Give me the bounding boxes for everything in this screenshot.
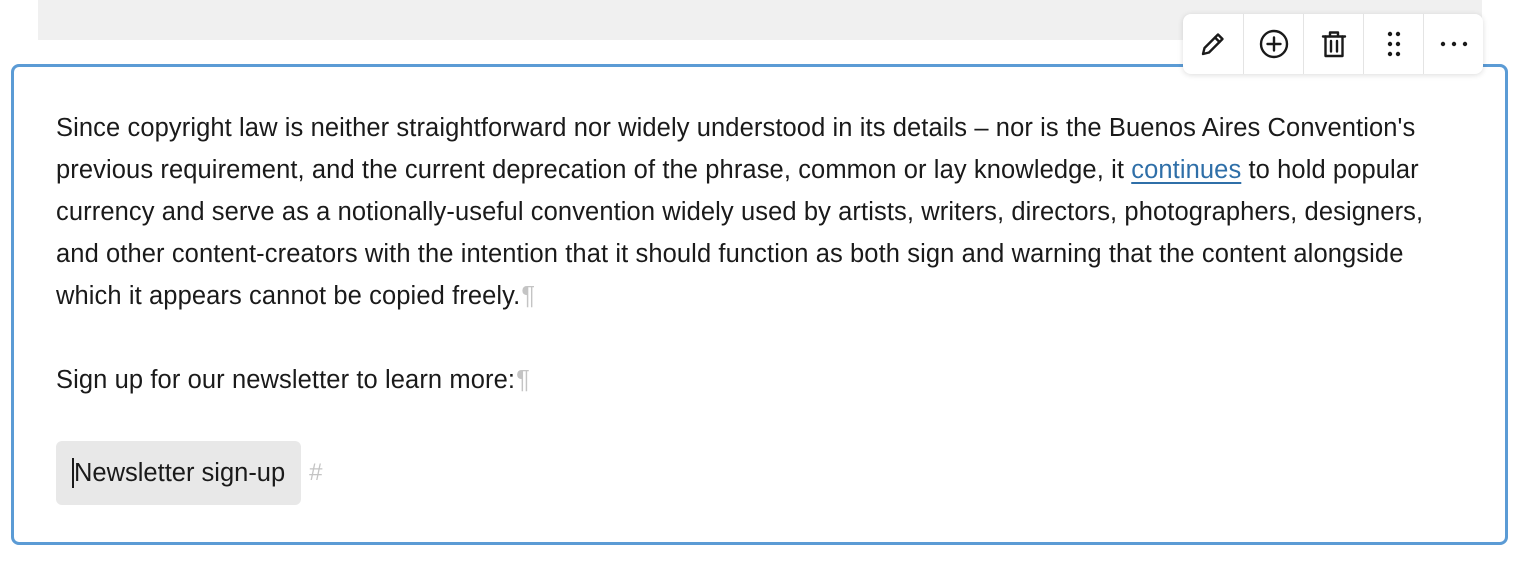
delete-button[interactable] — [1303, 14, 1363, 74]
more-options-button[interactable] — [1423, 14, 1483, 74]
selected-rich-text-block[interactable]: Since copyright law is neither straightf… — [11, 64, 1508, 545]
pencil-icon — [1201, 33, 1224, 56]
anchor-marker: # — [309, 459, 323, 486]
newsletter-anchor-row: Newsletter sign-up # — [56, 441, 323, 505]
edit-button[interactable] — [1183, 14, 1243, 74]
ellipsis-icon — [1440, 41, 1467, 47]
plus-circle-icon — [1259, 29, 1288, 59]
drag-handle-icon — [1387, 31, 1400, 57]
pilcrow-mark: ¶ — [521, 282, 536, 310]
pilcrow-mark: ¶ — [516, 366, 530, 394]
continues-link[interactable]: continues — [1131, 156, 1241, 184]
trash-icon — [1321, 31, 1346, 58]
paragraph-newsletter-prompt[interactable]: Sign up for our newsletter to learn more… — [56, 359, 1466, 401]
paragraph-copyright[interactable]: Since copyright law is neither straightf… — [56, 107, 1466, 317]
editor-canvas: Since copyright law is neither straightf… — [0, 0, 1524, 564]
block-content[interactable]: Since copyright law is neither straightf… — [56, 107, 1466, 401]
drag-handle-button[interactable] — [1363, 14, 1423, 74]
add-block-button[interactable] — [1243, 14, 1303, 74]
block-toolbar — [1183, 14, 1483, 74]
newsletter-anchor-chip[interactable]: Newsletter sign-up — [56, 441, 302, 505]
newsletter-anchor-label: Newsletter sign-up — [74, 458, 286, 487]
paragraph-text: Sign up for our newsletter to learn more… — [56, 366, 516, 394]
